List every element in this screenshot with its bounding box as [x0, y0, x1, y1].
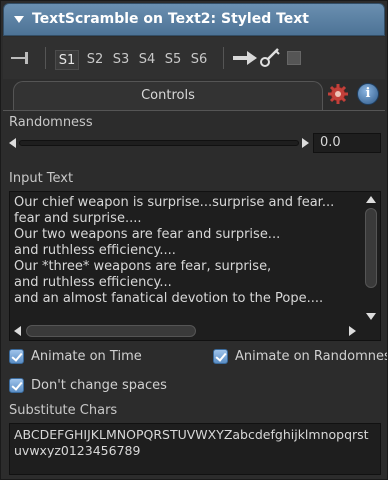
animate-on-randomness-checkbox[interactable]: Animate on Randomness [213, 348, 387, 366]
animate-on-time-checkbox[interactable]: Animate on Time [9, 348, 199, 366]
version-slot-s4[interactable]: S4 [135, 50, 159, 70]
version-slot-s6[interactable]: S6 [187, 50, 211, 70]
scroll-down-arrow-icon[interactable] [366, 313, 376, 320]
version-toolbar: S1 S2 S3 S4 S5 S6 [3, 37, 385, 79]
tab-divider [3, 110, 385, 111]
text-line: and ruthless efficiency.... [14, 243, 176, 258]
vertical-scroll-thumb[interactable] [365, 208, 377, 288]
tab-controls[interactable]: Controls [13, 81, 323, 111]
checkbox-checked-icon[interactable] [9, 349, 24, 364]
text-line: Our chief weapon is surprise...surprise … [14, 195, 335, 210]
checkbox-label: Don't change spaces [31, 378, 167, 393]
substitute-chars-label: Substitute Chars [9, 403, 118, 418]
pin-icon[interactable] [11, 51, 35, 65]
slider-track[interactable] [19, 140, 299, 146]
version-slot-s1[interactable]: S1 [55, 50, 79, 70]
checkbox-checked-icon[interactable] [213, 349, 228, 364]
dont-change-spaces-checkbox[interactable]: Don't change spaces [9, 377, 249, 395]
inspector-panel: TextScramble on Text2: Styled Text S1 S2… [0, 0, 388, 480]
panel-title: TextScramble on Text2: Styled Text [32, 11, 309, 27]
tab-bar: Controls i [3, 79, 385, 111]
scroll-left-arrow-icon[interactable] [14, 326, 21, 336]
toolbar-separator [45, 47, 46, 69]
text-line: Our two weapons are fear and surprise... [14, 227, 281, 242]
randomness-value-field[interactable]: 0.0 [313, 133, 381, 153]
horizontal-scrollbar[interactable] [12, 324, 358, 338]
slider-right-arrow-icon[interactable] [302, 138, 309, 148]
text-line: fear and surprise.... [14, 211, 142, 226]
checkbox-checked-icon[interactable] [9, 378, 24, 393]
checkbox-label: Animate on Time [31, 349, 142, 364]
input-text-label: Input Text [9, 171, 74, 186]
text-line: Our *three* weapons are fear, surprise, [14, 259, 272, 274]
vertical-scrollbar[interactable] [364, 194, 378, 322]
collapse-triangle-icon[interactable] [14, 16, 24, 23]
scroll-up-arrow-icon[interactable] [366, 196, 376, 203]
text-line: and ruthless efficiency... [14, 275, 172, 290]
input-text-content: Our chief weapon is surprise...surprise … [14, 195, 360, 307]
input-text-area[interactable]: Our chief weapon is surprise...surprise … [9, 191, 381, 341]
panel-header[interactable]: TextScramble on Text2: Styled Text [3, 3, 385, 36]
key-icon[interactable] [259, 45, 281, 69]
scroll-right-arrow-icon[interactable] [349, 326, 356, 336]
substitute-chars-value: ABCDEFGHIJKLMNOPQRSTUVWXYZabcdefghijklmn… [14, 427, 369, 458]
arrow-right-icon[interactable] [233, 51, 257, 65]
horizontal-scroll-thumb[interactable] [26, 325, 196, 337]
version-slot-s3[interactable]: S3 [109, 50, 133, 70]
version-slot-s2[interactable]: S2 [83, 50, 107, 70]
randomness-label: Randomness [9, 115, 93, 130]
version-slot-s5[interactable]: S5 [161, 50, 185, 70]
disabled-box-icon [287, 51, 301, 65]
text-line: and an almost fanatical devotion to the … [14, 291, 324, 306]
substitute-chars-field[interactable]: ABCDEFGHIJKLMNOPQRSTUVWXYZabcdefghijklmn… [9, 423, 381, 475]
toolbar-separator [223, 47, 224, 69]
slider-left-arrow-icon[interactable] [9, 138, 16, 148]
checkbox-label: Animate on Randomness [235, 349, 387, 364]
info-icon[interactable]: i [357, 83, 379, 105]
randomness-slider[interactable] [9, 135, 309, 151]
gear-icon[interactable] [327, 83, 349, 105]
